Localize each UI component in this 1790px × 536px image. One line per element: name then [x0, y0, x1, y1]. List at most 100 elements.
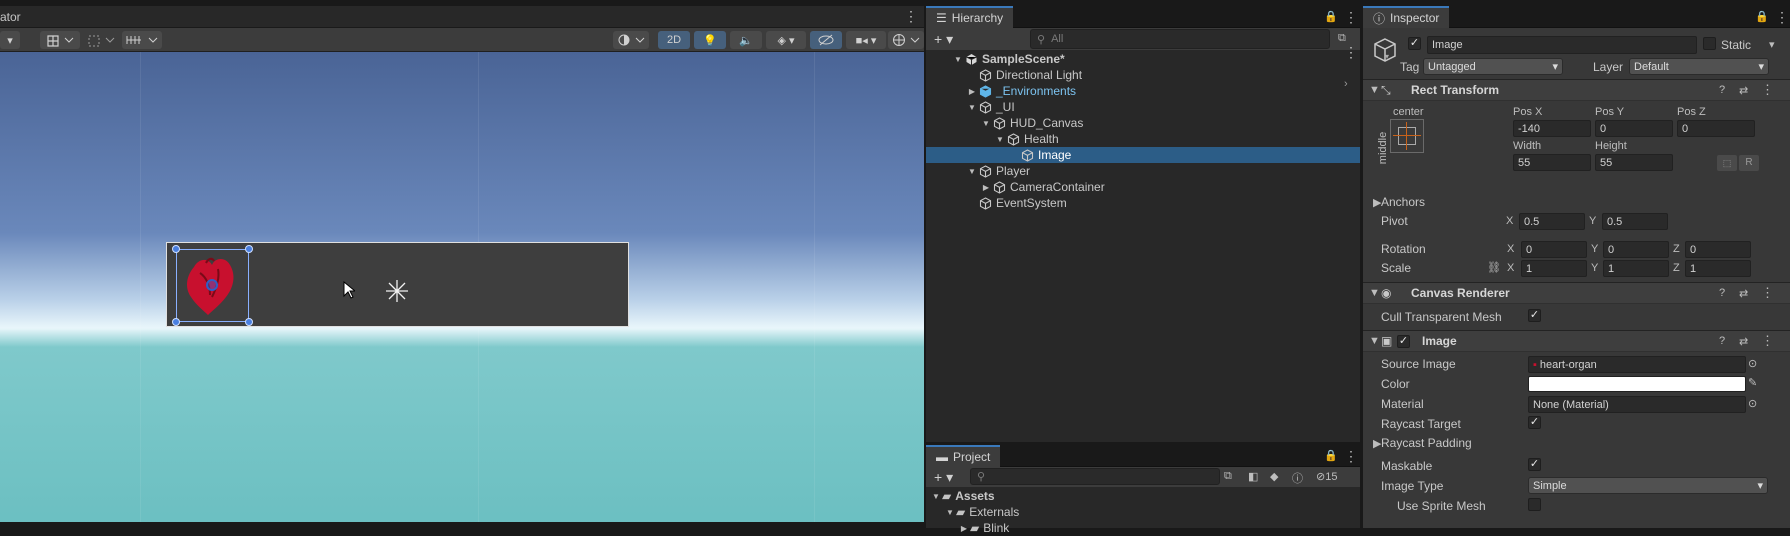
- filter-type-icon[interactable]: ◧: [1248, 470, 1258, 483]
- layer-dropdown[interactable]: Default ▾: [1629, 58, 1769, 75]
- static-dropdown-arrow-icon[interactable]: ▾: [1769, 38, 1775, 51]
- object-picker-icon[interactable]: ⊙: [1748, 397, 1757, 410]
- active-checkbox[interactable]: ✓: [1408, 37, 1421, 50]
- expand-arrow-icon[interactable]: ▼: [966, 167, 978, 176]
- anchors-foldout[interactable]: Anchors: [1381, 195, 1425, 209]
- object-name-field[interactable]: Image: [1427, 36, 1697, 54]
- project-item-externals[interactable]: ▼ ▰ Externals: [926, 504, 1360, 520]
- source-image-field[interactable]: ▪ heart-organ: [1528, 356, 1746, 373]
- canvas-renderer-header[interactable]: ▼ ◉ Canvas Renderer ? ⇄ ⋮: [1363, 282, 1790, 304]
- expand-arrow-icon[interactable]: ▶: [980, 183, 992, 192]
- blueprint-mode-button[interactable]: ⬚: [1717, 155, 1737, 171]
- tab-inspector[interactable]: ⓘ Inspector: [1363, 6, 1450, 28]
- presets-icon[interactable]: ⇄: [1739, 335, 1748, 348]
- anchor-presets-button[interactable]: [1390, 119, 1424, 153]
- tab-hierarchy[interactable]: ☰ Hierarchy: [926, 6, 1014, 28]
- light-gizmo-icon[interactable]: [385, 279, 409, 303]
- resize-handle[interactable]: [245, 245, 253, 253]
- scale-y-field[interactable]: 1: [1603, 260, 1669, 277]
- hierarchy-item[interactable]: ▼ HUD_Canvas: [926, 115, 1360, 131]
- search-scope-icon[interactable]: ⧉: [1224, 470, 1232, 483]
- raw-edit-button[interactable]: R: [1739, 155, 1759, 171]
- pivot-x-field[interactable]: 0.5: [1519, 213, 1585, 230]
- scene-tab-title[interactable]: ator: [0, 10, 21, 24]
- raycast-padding-foldout[interactable]: Raycast Padding: [1381, 436, 1472, 450]
- hierarchy-item[interactable]: Image: [926, 147, 1360, 163]
- hierarchy-item[interactable]: ▶ CameraContainer: [926, 179, 1360, 195]
- hierarchy-item[interactable]: ▼ Player: [926, 163, 1360, 179]
- pos-z-field[interactable]: 0: [1677, 120, 1755, 137]
- hierarchy-item[interactable]: Directional Light: [926, 67, 1360, 83]
- scene-camera-dropdown[interactable]: ■◂ ▾: [846, 31, 886, 49]
- scene-visibility-button[interactable]: [810, 31, 842, 49]
- grid-snap-button[interactable]: [40, 31, 80, 49]
- image-type-dropdown[interactable]: Simple ▾: [1528, 477, 1768, 494]
- help-icon[interactable]: ?: [1719, 287, 1725, 299]
- presets-icon[interactable]: ⇄: [1739, 287, 1748, 300]
- effects-dropdown[interactable]: ◈ ▾: [766, 31, 806, 49]
- rotation-z-field[interactable]: 0: [1685, 241, 1751, 258]
- eyedropper-icon[interactable]: ✎: [1748, 376, 1757, 389]
- lock-icon[interactable]: 🔒: [1324, 449, 1338, 462]
- expand-arrow-icon[interactable]: ▶: [958, 524, 970, 533]
- lock-icon[interactable]: 🔒: [1755, 10, 1769, 23]
- use-sprite-mesh-checkbox[interactable]: [1528, 498, 1541, 511]
- presets-icon[interactable]: ⇄: [1739, 84, 1748, 97]
- link-icon[interactable]: ⛓: [1487, 261, 1501, 274]
- component-menu-icon[interactable]: ⋮: [1761, 333, 1774, 349]
- help-icon[interactable]: ?: [1719, 335, 1725, 347]
- expand-arrow-icon[interactable]: ▼: [994, 135, 1006, 144]
- component-menu-icon[interactable]: ⋮: [1761, 285, 1774, 301]
- expand-arrow-icon[interactable]: ▼: [966, 103, 978, 112]
- lock-icon[interactable]: 🔒: [1324, 10, 1338, 23]
- info-icon[interactable]: ⓘ: [1292, 470, 1303, 486]
- image-component-header[interactable]: ▼ ▣ ✓ Image ? ⇄ ⋮: [1363, 330, 1790, 352]
- lighting-toggle-button[interactable]: 💡: [694, 31, 726, 49]
- grid-visibility-button[interactable]: [84, 31, 118, 49]
- kebab-menu-icon[interactable]: ⋮: [1344, 9, 1358, 26]
- hierarchy-item[interactable]: ▼ Health: [926, 131, 1360, 147]
- project-item-blink[interactable]: ▶ ▰ Blink: [926, 520, 1360, 536]
- expand-arrow-icon[interactable]: ▼: [944, 508, 956, 517]
- hierarchy-search-input[interactable]: ⚲ All: [1030, 29, 1330, 49]
- kebab-menu-icon[interactable]: ⋮: [1775, 9, 1789, 26]
- color-swatch[interactable]: [1528, 376, 1746, 392]
- rotation-x-field[interactable]: 0: [1521, 241, 1587, 258]
- filter-label-icon[interactable]: ◆: [1270, 470, 1278, 483]
- shading-mode-dropdown[interactable]: ▾: [0, 31, 20, 49]
- increment-snap-button[interactable]: [122, 31, 162, 49]
- scale-x-field[interactable]: 1: [1521, 260, 1587, 277]
- project-search-input[interactable]: ⚲: [970, 468, 1220, 485]
- pos-x-field[interactable]: -140: [1513, 120, 1591, 137]
- draw-mode-dropdown[interactable]: [613, 31, 649, 49]
- kebab-menu-icon[interactable]: ⋮: [1344, 448, 1358, 465]
- scene-viewport[interactable]: [0, 52, 924, 528]
- hierarchy-item[interactable]: EventSystem: [926, 195, 1360, 211]
- image-enabled-checkbox[interactable]: ✓: [1397, 334, 1410, 348]
- scale-z-field[interactable]: 1: [1685, 260, 1751, 277]
- width-field[interactable]: 55: [1513, 154, 1591, 171]
- help-icon[interactable]: ?: [1719, 84, 1725, 96]
- scene-menu-kebab-icon[interactable]: ⋮: [1344, 44, 1358, 61]
- raycast-target-checkbox[interactable]: ✓: [1528, 416, 1541, 429]
- kebab-menu-icon[interactable]: ⋮: [904, 8, 918, 25]
- expand-arrow-icon[interactable]: ▼: [930, 492, 942, 501]
- project-item-assets[interactable]: ▼ ▰ Assets: [926, 488, 1360, 504]
- height-field[interactable]: 55: [1595, 154, 1673, 171]
- tag-dropdown[interactable]: Untagged ▾: [1423, 58, 1563, 75]
- add-object-button[interactable]: + ▾: [934, 31, 953, 48]
- audio-toggle-button[interactable]: 🔈: [730, 31, 762, 49]
- pivot-handle[interactable]: [206, 279, 218, 291]
- tab-project[interactable]: ▬ Project: [926, 445, 1001, 467]
- object-picker-icon[interactable]: ⊙: [1748, 357, 1757, 370]
- maskable-checkbox[interactable]: ✓: [1528, 458, 1541, 471]
- icon-dropdown-arrow[interactable]: ▾: [1385, 52, 1389, 61]
- component-menu-icon[interactable]: ⋮: [1761, 82, 1774, 98]
- 2d-toggle-button[interactable]: 2D: [658, 31, 690, 49]
- hierarchy-item[interactable]: ▼ _UI: [926, 99, 1360, 115]
- pivot-y-field[interactable]: 0.5: [1602, 213, 1668, 230]
- resize-handle[interactable]: [245, 318, 253, 326]
- material-field[interactable]: None (Material): [1528, 396, 1746, 413]
- pos-y-field[interactable]: 0: [1595, 120, 1673, 137]
- expand-arrow-icon[interactable]: ▶: [966, 87, 978, 96]
